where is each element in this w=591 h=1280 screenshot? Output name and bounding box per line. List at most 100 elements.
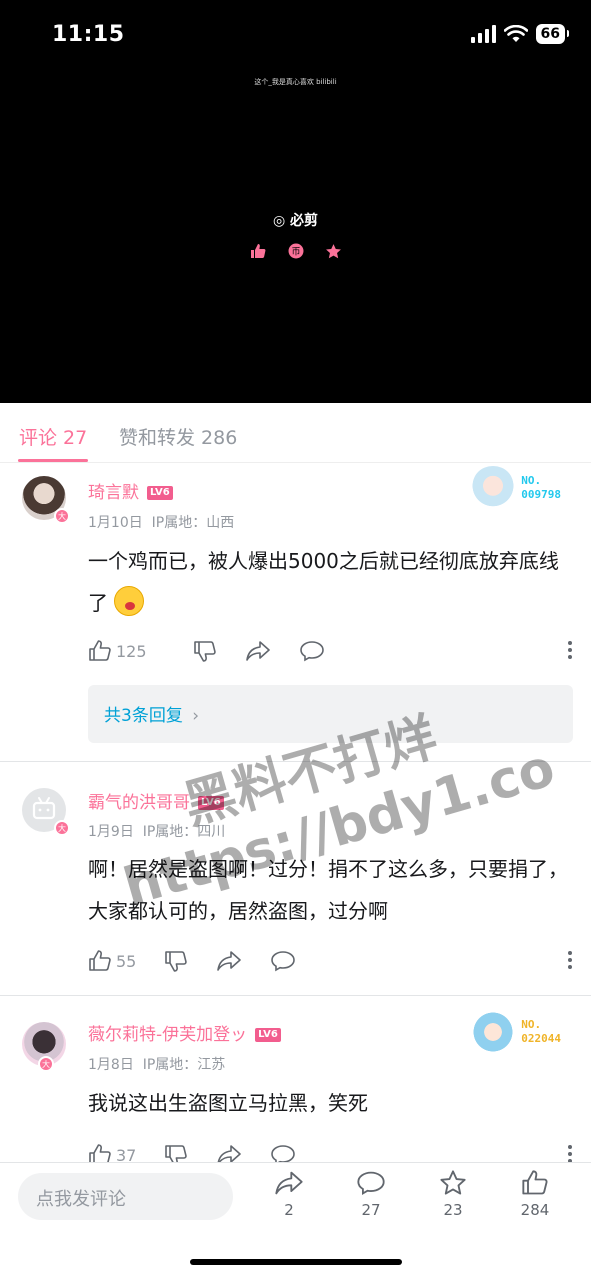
- share-count: 2: [284, 1201, 294, 1219]
- comment-date: 1月10日: [88, 515, 143, 531]
- comment-input[interactable]: 点我发评论: [18, 1173, 233, 1220]
- comment-date: 1月8日: [88, 1057, 134, 1073]
- favorite-button[interactable]: 23: [426, 1169, 480, 1219]
- reply-summary: 共3条回复: [104, 706, 183, 726]
- dislike-button[interactable]: [164, 949, 188, 973]
- comment-ip: IP属地：江苏: [142, 1057, 226, 1073]
- comment-tabs: 评论 27 赞和转发 286: [0, 403, 591, 463]
- username-text: 琦言默: [88, 483, 139, 503]
- like-count: 284: [520, 1201, 550, 1219]
- svg-text:币: 币: [291, 247, 300, 258]
- share-icon: [245, 641, 270, 661]
- status-icons: 66: [470, 24, 570, 44]
- like-count: 37: [116, 1145, 137, 1163]
- like-button[interactable]: 55: [88, 949, 136, 973]
- more-options-icon[interactable]: [567, 1144, 573, 1162]
- home-indicator[interactable]: [190, 1259, 402, 1265]
- level-badge: LV6: [147, 486, 173, 500]
- favorite-icon: [325, 242, 343, 260]
- comment-username[interactable]: 霸气的洪哥哥 LV6: [88, 788, 224, 813]
- thumb-up-icon: [89, 640, 111, 661]
- vip-badge-icon: 大: [38, 1056, 54, 1072]
- cellular-signal-icon: [470, 25, 496, 43]
- more-options-icon[interactable]: [567, 640, 573, 664]
- fan-avatar-icon: [471, 466, 516, 510]
- comment-username[interactable]: 琦言默 LV6: [88, 478, 173, 503]
- comment-ip: IP属地：山西: [151, 515, 235, 531]
- dislike-button[interactable]: [193, 639, 217, 663]
- share-button[interactable]: [216, 949, 242, 973]
- tab-comments[interactable]: 评论 27: [19, 423, 87, 450]
- share-video-button[interactable]: 2: [262, 1169, 316, 1219]
- coin-icon: 币: [287, 242, 305, 260]
- editor-watermark: ◎ 必剪: [0, 210, 591, 230]
- comment-text: 我说这出生盗图立马拉黑，笑死: [88, 1091, 368, 1115]
- fan-medal[interactable]: NO. 009798: [471, 466, 561, 510]
- share-button[interactable]: [216, 1143, 242, 1162]
- vip-badge-icon: 大: [54, 508, 70, 524]
- comment-text: 一个鸡而已，被人爆出5000之后就已经彻底放弃底线了: [88, 540, 573, 624]
- comment-meta: 1月10日 IP属地：山西: [88, 512, 234, 532]
- favorite-count: 23: [443, 1201, 463, 1219]
- thumb-down-icon: [193, 641, 216, 662]
- share-icon: [275, 1171, 303, 1195]
- avatar[interactable]: 大: [22, 1022, 66, 1072]
- comment-bubble-icon: [357, 1171, 385, 1195]
- comment-bubble-icon: [271, 951, 296, 972]
- thumb-up-icon: [89, 950, 111, 971]
- fan-avatar-icon: [471, 1012, 516, 1054]
- editor-label: 必剪: [290, 213, 319, 229]
- comment-username[interactable]: 薇尔莉特-伊芙加登ッ LV6: [88, 1020, 281, 1045]
- fan-no-label: NO.: [521, 1018, 542, 1031]
- share-icon: [217, 1145, 242, 1162]
- comment-bubble-icon: [271, 1145, 296, 1162]
- reply-button[interactable]: [299, 639, 325, 663]
- comment-count: 27: [361, 1201, 381, 1219]
- shocked-emoji-icon: [114, 586, 145, 616]
- comment-ip: IP属地：四川: [142, 824, 226, 840]
- more-options-icon[interactable]: [567, 950, 573, 974]
- comment-bubble-icon: [299, 641, 324, 662]
- view-replies-button[interactable]: 共3条回复 ›: [88, 685, 573, 743]
- like-icon: [249, 242, 267, 260]
- star-icon: [440, 1170, 466, 1195]
- avatar[interactable]: 大: [22, 788, 70, 836]
- fan-no-label: NO.: [521, 474, 542, 487]
- active-tab-indicator: [18, 459, 88, 462]
- status-time: 11:15: [52, 22, 125, 47]
- battery-indicator: 66: [535, 24, 570, 44]
- fan-medal[interactable]: NO. 022044: [471, 1012, 561, 1054]
- comment-text: 啊！居然是盗图啊！过分！捐不了这么多，只要捐了，大家都认可的，居然盗图，过分啊: [88, 857, 568, 923]
- bottom-action-bar: 点我发评论 2 27 23 284: [0, 1162, 591, 1280]
- wifi-icon: [503, 25, 528, 42]
- comment-meta: 1月9日 IP属地：四川: [88, 821, 225, 841]
- tab-likes-reposts[interactable]: 赞和转发 286: [119, 423, 237, 450]
- comment-divider: [0, 761, 591, 762]
- reply-button[interactable]: [270, 949, 296, 973]
- dislike-button[interactable]: [164, 1143, 188, 1162]
- thumb-up-icon: [522, 1170, 548, 1195]
- reply-button[interactable]: [270, 1143, 296, 1162]
- level-badge: LV6: [255, 1028, 281, 1042]
- thumb-down-icon: [165, 951, 188, 972]
- video-player[interactable]: 11:15 66 这个_我是真心喜欢 bilibili ◎ 必剪 币: [0, 0, 591, 403]
- share-button[interactable]: [245, 639, 271, 663]
- fan-number: 009798: [521, 488, 561, 501]
- like-video-button[interactable]: 284: [508, 1169, 562, 1219]
- share-icon: [217, 951, 242, 971]
- comment-meta: 1月8日 IP属地：江苏: [88, 1054, 225, 1074]
- comments-button[interactable]: 27: [344, 1169, 398, 1219]
- level-badge: LV6: [198, 796, 224, 810]
- bijian-logo-icon: ◎: [272, 213, 291, 229]
- like-button[interactable]: 37: [88, 1143, 136, 1162]
- like-count: 125: [116, 641, 147, 661]
- fan-number-block: NO. 022044: [521, 1018, 561, 1046]
- like-button[interactable]: 125: [88, 639, 147, 663]
- chevron-right-icon: ›: [192, 706, 200, 726]
- comment-actions: 125: [88, 636, 573, 666]
- avatar[interactable]: 大: [22, 476, 70, 524]
- username-text: 薇尔莉特-伊芙加登ッ: [88, 1025, 248, 1045]
- vip-badge-icon: 大: [54, 820, 70, 836]
- comment-actions: 55: [88, 946, 573, 976]
- fan-number-block: NO. 009798: [521, 474, 561, 502]
